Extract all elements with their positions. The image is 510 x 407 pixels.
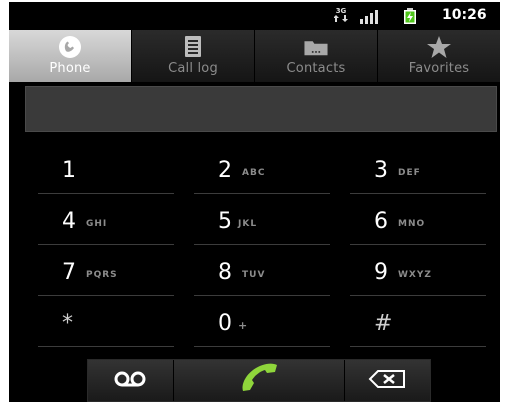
delete-button[interactable]	[344, 360, 430, 401]
tab-favorites-label: Favorites	[408, 61, 470, 76]
status-bar: 3G 10:26	[9, 2, 500, 30]
key-7[interactable]: 7 PQRS	[38, 246, 174, 296]
key-letters: DEF	[398, 168, 421, 178]
key-letters: MNO	[398, 219, 426, 229]
dial-keypad: 1 2 ABC 3 DEF 4 GHI 5 JKL 6 MNO 7 PQRS 8…	[9, 144, 500, 352]
dialer-screen: 3G 10:26 Phone Call log Contacts Favorit…	[9, 2, 500, 402]
star-icon	[425, 35, 453, 59]
tab-call-log[interactable]: Call log	[132, 30, 255, 82]
status-time: 10:26	[442, 7, 487, 23]
key-digit: 3	[374, 158, 388, 183]
key-letters: WXYZ	[398, 270, 432, 280]
key-letters: TUV	[242, 270, 266, 280]
key-star[interactable]: *	[38, 297, 174, 347]
key-digit: 1	[62, 158, 76, 183]
key-digit: 9	[374, 260, 388, 285]
key-letters: GHI	[86, 219, 108, 229]
key-9[interactable]: 9 WXYZ	[350, 246, 486, 296]
network-3g-icon: 3G	[333, 7, 348, 22]
key-letters: JKL	[238, 219, 258, 229]
tab-phone[interactable]: Phone	[9, 30, 132, 82]
key-letters: ABC	[242, 168, 266, 178]
backspace-icon	[368, 369, 406, 392]
key-digit: 4	[62, 209, 76, 234]
dialer-action-bar	[87, 359, 431, 402]
key-letters: PQRS	[86, 270, 118, 280]
key-digit: *	[62, 311, 73, 336]
key-digit: #	[374, 311, 393, 336]
battery-charging-icon	[403, 8, 417, 24]
key-5[interactable]: 5 JKL	[194, 195, 330, 245]
call-icon	[237, 362, 281, 400]
call-button[interactable]	[173, 360, 345, 401]
key-1[interactable]: 1	[38, 144, 174, 194]
tab-favorites[interactable]: Favorites	[378, 30, 500, 82]
signal-strength-icon	[359, 8, 379, 24]
network-label: 3G	[335, 7, 347, 15]
key-digit: 5	[218, 209, 232, 234]
key-digit: 7	[62, 260, 76, 285]
key-6[interactable]: 6 MNO	[350, 195, 486, 245]
key-digit: 0	[218, 311, 232, 336]
key-2[interactable]: 2 ABC	[194, 144, 330, 194]
phone-icon	[56, 35, 84, 59]
key-3[interactable]: 3 DEF	[350, 144, 486, 194]
digits-input[interactable]	[25, 86, 497, 132]
key-4[interactable]: 4 GHI	[38, 195, 174, 245]
key-letters: +	[238, 319, 249, 332]
tab-bar: Phone Call log Contacts Favorites	[9, 30, 500, 82]
contacts-icon	[302, 35, 330, 59]
key-hash[interactable]: #	[350, 297, 486, 347]
voicemail-button[interactable]	[88, 360, 174, 401]
key-8[interactable]: 8 TUV	[194, 246, 330, 296]
call-log-icon	[179, 35, 207, 59]
tab-contacts-label: Contacts	[286, 61, 346, 76]
key-digit: 8	[218, 260, 232, 285]
tab-call-log-label: Call log	[168, 61, 218, 76]
key-0[interactable]: 0 +	[194, 297, 330, 347]
voicemail-icon	[113, 371, 147, 391]
key-digit: 6	[374, 209, 388, 234]
tab-phone-label: Phone	[49, 61, 91, 76]
tab-contacts[interactable]: Contacts	[255, 30, 378, 82]
key-digit: 2	[218, 158, 232, 183]
